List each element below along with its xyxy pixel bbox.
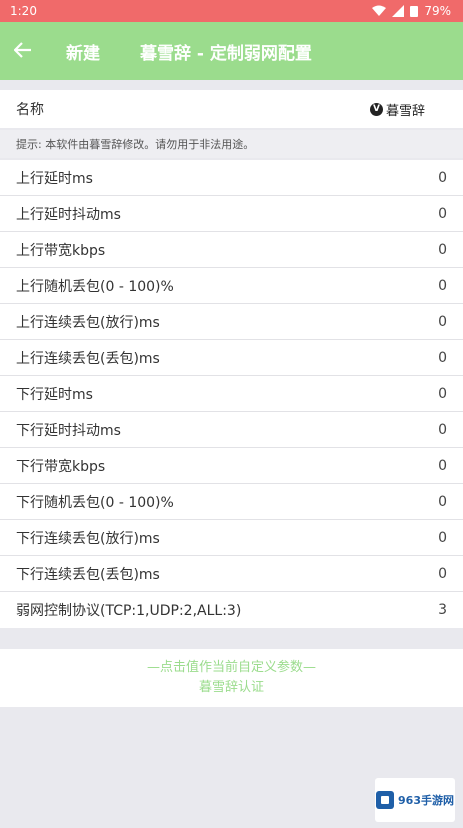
settings-list: 上行延时ms 0 上行延时抖动ms 0 上行带宽kbps 0 上行随机丢包(0 - 1… [0,160,463,628]
author-name: 暮雪辞 [385,103,425,119]
list-item[interactable]: 上行连续丢包(放行)ms 0 [0,304,463,340]
item-value: 0 [438,313,447,330]
item-label: 弱网控制协议(TCP:1,UDP:2,ALL:3) [16,603,242,619]
item-label: 上行随机丢包(0 - 100)% [16,278,174,295]
name-label: 名称 [16,102,44,118]
back-button[interactable] [13,39,54,64]
item-value: 0 [438,493,447,510]
v-badge-icon: V [369,102,383,116]
status-icons: 79% [372,4,451,18]
item-value: 0 [438,349,447,366]
watermark-text: 963手游网 [398,794,454,807]
item-label: 下行连续丢包(丢包)ms [16,566,160,583]
list-item[interactable]: 上行带宽kbps 0 [0,232,463,268]
list-item[interactable]: 上行随机丢包(0 - 100)% 0 [0,268,463,304]
footer-line-1: —点击值作当前自定义参数— [146,660,316,675]
name-row[interactable]: 名称 V 暮雪辞 [0,90,463,128]
status-bar: 1:20 79% [0,0,463,22]
item-label: 上行延时ms [16,170,93,187]
status-time: 1:20 [10,4,37,18]
hint-text: 提示: 本软件由暮雪辞修改。请勿用于非法用途。 [0,130,463,158]
item-label: 上行延时抖动ms [16,206,121,223]
item-label: 下行延时抖动ms [16,422,121,439]
item-value: 0 [438,241,447,258]
list-item[interactable]: 下行延时抖动ms 0 [0,412,463,448]
battery-icon [410,6,419,17]
list-item[interactable]: 上行延时抖动ms 0 [0,196,463,232]
item-value: 0 [438,385,447,402]
list-item[interactable]: 下行连续丢包(放行)ms 0 [0,520,463,556]
footer-line-2: 暮雪辞认证 [198,680,264,695]
item-value: 3 [438,602,447,618]
app-bar: 新建 暮雪辞 - 定制弱网配置 [0,22,463,80]
item-label: 下行延时ms [16,386,93,403]
list-item[interactable]: 上行连续丢包(丢包)ms 0 [0,340,463,376]
list-item[interactable]: 弱网控制协议(TCP:1,UDP:2,ALL:3) 3 [0,592,463,628]
item-label: 上行连续丢包(放行)ms [16,314,160,331]
footer-note: —点击值作当前自定义参数— 暮雪辞认证 [0,649,463,707]
item-label: 下行随机丢包(0 - 100)% [16,494,174,511]
page-title: 暮雪辞 - 定制弱网配置 [140,43,312,64]
item-label: 下行连续丢包(放行)ms [16,530,160,547]
battery-percent: 79% [424,4,451,18]
item-value: 0 [438,205,447,222]
item-value: 0 [438,529,447,546]
item-value: 0 [438,169,447,186]
item-label: 下行带宽kbps [16,458,106,475]
list-item[interactable]: 下行带宽kbps 0 [0,448,463,484]
signal-icon [392,5,405,17]
list-item[interactable]: 下行随机丢包(0 - 100)% 0 [0,484,463,520]
arrow-left-icon [13,41,31,58]
item-value: 0 [438,565,447,582]
list-item[interactable]: 下行延时ms 0 [0,376,463,412]
item-label: 上行带宽kbps [16,242,106,259]
item-value: 0 [438,457,447,474]
item-value: 0 [438,277,447,294]
list-item[interactable]: 上行延时ms 0 [0,160,463,196]
watermark-logo-icon [376,791,395,809]
site-watermark: 963手游网 [375,778,455,822]
item-value: 0 [438,421,447,438]
list-item[interactable]: 下行连续丢包(丢包)ms 0 [0,556,463,592]
author-value: V 暮雪辞 [369,100,425,119]
new-button[interactable]: 新建 [66,39,100,64]
item-label: 上行连续丢包(丢包)ms [16,350,160,367]
wifi-icon [372,5,387,16]
